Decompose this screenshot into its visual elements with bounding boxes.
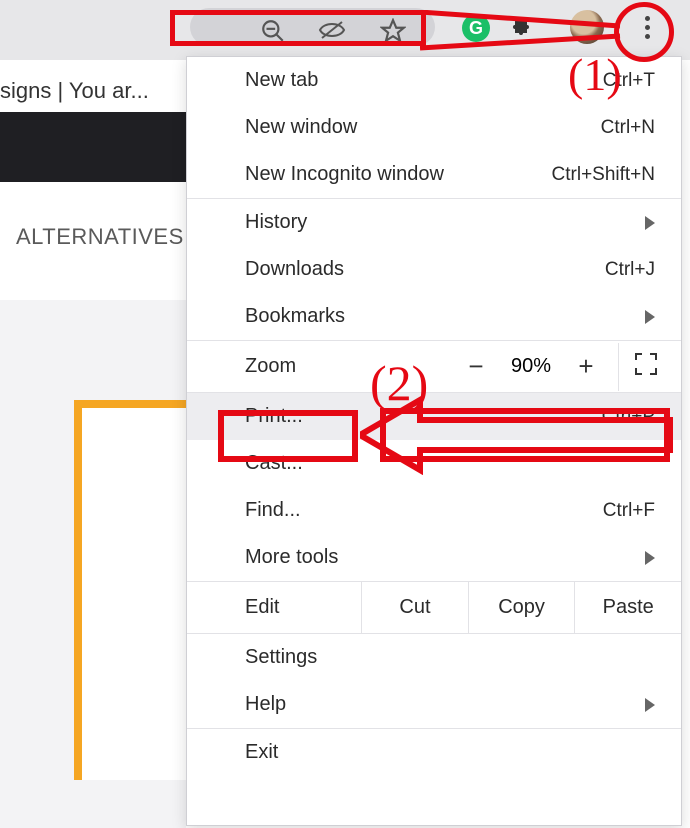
menu-shortcut: Ctrl+Shift+N [552,164,655,186]
menu-label: New tab [245,69,318,92]
more-menu-button[interactable] [630,10,664,44]
fullscreen-icon [635,353,657,375]
eye-off-icon[interactable] [318,18,346,42]
divider [618,343,619,391]
browser-toolbar: G [0,0,690,60]
zoom-plus-button[interactable]: + [566,351,606,382]
menu-label: Downloads [245,258,344,281]
menu-label: Exit [245,741,278,764]
menu-shortcut: Ctrl+T [603,70,655,92]
menu-shortcut: Ctrl+F [603,500,655,522]
menu-label: Find... [245,499,301,522]
menu-label: Print... [245,405,303,428]
menu-item-more-tools[interactable]: More tools [187,534,681,581]
alternatives-label: ALTERNATIVES [16,224,184,250]
tab-title-fragment: signs | You ar... [0,78,149,104]
menu-label: More tools [245,546,338,569]
page-card-edge [74,400,186,780]
menu-item-new-tab[interactable]: New tab Ctrl+T [187,57,681,104]
page-header-band [0,112,186,182]
menu-item-incognito[interactable]: New Incognito window Ctrl+Shift+N [187,151,681,198]
edit-cut-button[interactable]: Cut [361,582,468,633]
zoom-out-icon[interactable] [260,18,286,44]
edit-copy-button[interactable]: Copy [468,582,575,633]
menu-item-find[interactable]: Find... Ctrl+F [187,487,681,534]
menu-label: Bookmarks [245,305,345,328]
menu-shortcut: Ctrl+N [601,117,655,139]
menu-item-edit-row: Edit Cut Copy Paste [187,581,681,633]
extensions-icon[interactable] [510,16,534,40]
submenu-arrow-icon [645,551,655,565]
menu-label: Settings [245,646,317,669]
menu-label: New Incognito window [245,163,444,186]
menu-item-history[interactable]: History [187,199,681,246]
menu-item-settings[interactable]: Settings [187,634,681,681]
menu-item-new-window[interactable]: New window Ctrl+N [187,104,681,151]
zoom-label: Zoom [245,355,296,378]
menu-item-zoom: Zoom − 90% + [187,341,681,392]
menu-label: New window [245,116,357,139]
menu-shortcut: Ctrl+J [605,259,655,281]
menu-item-help[interactable]: Help [187,681,681,728]
submenu-arrow-icon [645,216,655,230]
menu-label: Help [245,693,286,716]
zoom-minus-button[interactable]: − [456,351,496,382]
menu-item-print[interactable]: Print... Ctrl+P [187,393,681,440]
fullscreen-button[interactable] [631,353,661,381]
star-icon[interactable] [380,18,406,44]
menu-shortcut: Ctrl+P [602,406,655,428]
menu-item-exit[interactable]: Exit [187,729,681,776]
menu-item-downloads[interactable]: Downloads Ctrl+J [187,246,681,293]
edit-paste-button[interactable]: Paste [574,582,681,633]
menu-item-bookmarks[interactable]: Bookmarks [187,293,681,340]
submenu-arrow-icon [645,310,655,324]
chrome-main-menu: New tab Ctrl+T New window Ctrl+N New Inc… [186,56,682,826]
grammarly-icon[interactable]: G [462,14,490,42]
menu-label: Cast... [245,452,303,475]
profile-avatar[interactable] [570,10,604,44]
menu-item-cast[interactable]: Cast... [187,440,681,487]
zoom-value: 90% [496,355,566,378]
grammarly-letter: G [469,18,483,39]
submenu-arrow-icon [645,698,655,712]
edit-label: Edit [187,582,361,633]
menu-label: History [245,211,307,234]
